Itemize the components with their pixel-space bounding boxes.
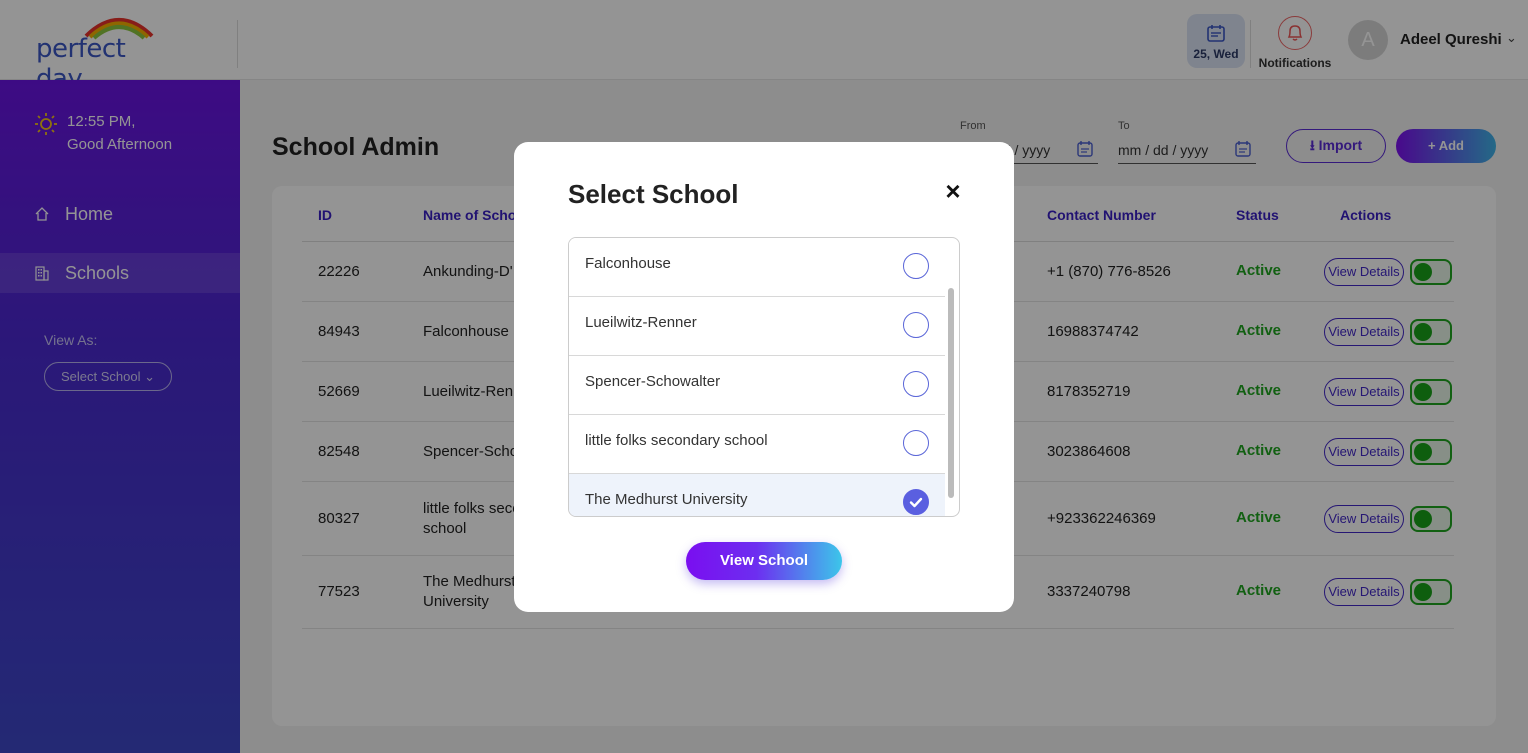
- check-icon: [909, 497, 922, 507]
- school-option-name: little folks secondary school: [585, 432, 768, 449]
- radio-button[interactable]: [903, 312, 929, 338]
- view-school-button[interactable]: View School: [686, 542, 842, 580]
- radio-button[interactable]: [903, 371, 929, 397]
- list-item[interactable]: little folks secondary school: [569, 415, 945, 474]
- close-icon[interactable]: ×: [942, 178, 964, 204]
- school-option-name: Falconhouse: [585, 255, 671, 272]
- list-item[interactable]: Lueilwitz-Renner: [569, 297, 945, 356]
- modal-title: Select School: [568, 179, 739, 209]
- school-options-list[interactable]: Falconhouse Lueilwitz-Renner Spencer-Sch…: [568, 237, 960, 517]
- school-option-name: Lueilwitz-Renner: [585, 314, 697, 331]
- list-item[interactable]: Falconhouse: [569, 238, 945, 297]
- radio-button[interactable]: [903, 430, 929, 456]
- school-option-name: Spencer-Schowalter: [585, 373, 721, 390]
- scrollbar[interactable]: [948, 288, 954, 498]
- school-option-name: The Medhurst University: [585, 491, 748, 508]
- radio-button-checked[interactable]: [903, 489, 929, 515]
- radio-button[interactable]: [903, 253, 929, 279]
- list-item[interactable]: The Medhurst University: [569, 474, 945, 516]
- select-school-modal: Select School × Falconhouse Lueilwitz-Re…: [514, 142, 1014, 612]
- list-item[interactable]: Spencer-Schowalter: [569, 356, 945, 415]
